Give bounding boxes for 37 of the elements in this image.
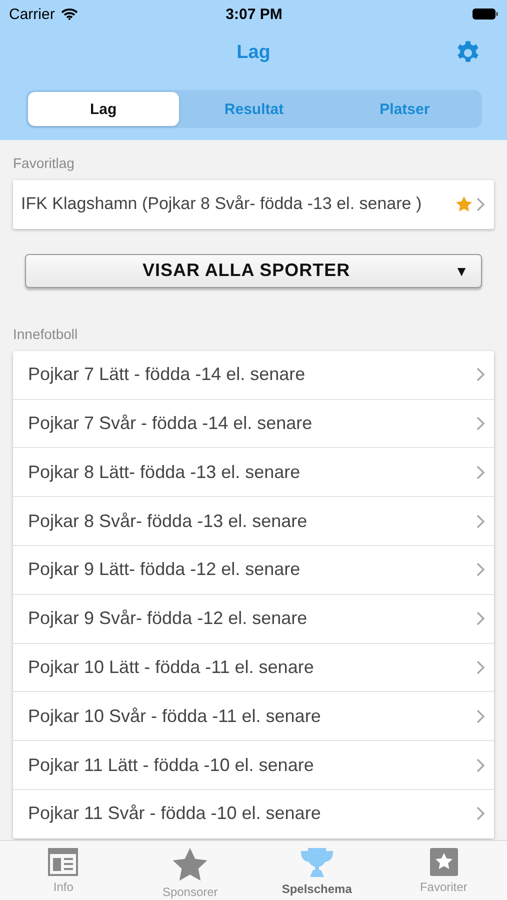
star-box-icon (430, 848, 458, 876)
list-row[interactable]: Pojkar 11 Lätt - födda -10 el. senare (13, 741, 494, 790)
list-row[interactable]: Pojkar 8 Svår- födda -13 el. senare (13, 497, 494, 546)
list-row[interactable]: Pojkar 11 Svår - födda -10 el. senare (13, 790, 494, 839)
chevron-icon (476, 514, 485, 529)
sport-filter-dropdown[interactable]: VISAR ALLA SPORTER ▼ (25, 254, 482, 288)
star-icon (171, 848, 210, 881)
chevron-icon (476, 660, 485, 675)
chevron-icon (476, 758, 485, 773)
chevron-icon (476, 708, 485, 724)
list-row[interactable]: Pojkar 7 Svår - födda -14 el. senare (13, 400, 494, 448)
list-row[interactable]: Pojkar 8 Lätt- födda -13 el. senare (13, 448, 494, 498)
tab-bar-item[interactable]: Spelschema (254, 841, 380, 900)
section-header: Innefotboll (12, 324, 79, 344)
carrier-label: Carrier (9, 6, 55, 22)
nav-title: Lag (236, 42, 270, 64)
favorite-team: IFK Klagshamn (Pojkar 8 Svår- födda -13 el. senare ) (21, 194, 422, 214)
status-time: 3:07 PM (226, 6, 282, 22)
chevron-icon (476, 367, 485, 382)
wifi-icon (60, 8, 78, 20)
chevron-icon (476, 464, 485, 480)
list-row[interactable]: Pojkar 10 Svår - födda -11 el. senare (13, 692, 494, 742)
newspaper-icon (48, 848, 78, 876)
list-row[interactable]: Pojkar 9 Svår- födda -12 el. senare (13, 594, 494, 644)
chevron-icon (476, 196, 485, 212)
chevron-icon (476, 562, 485, 578)
chevron-icon (476, 611, 485, 626)
section-header: Favoritlag (12, 154, 76, 173)
chevron-icon (476, 416, 485, 431)
list-row[interactable]: Pojkar 9 Lätt- födda -12 el. senare (13, 546, 494, 595)
favorite-row[interactable]: IFK Klagshamn (Pojkar 8 Svår- födda -13 el. senare ) (13, 180, 494, 229)
list-row[interactable]: Pojkar 7 Lätt - födda -14 el. senare (13, 350, 494, 400)
trophy-icon (300, 848, 334, 878)
segment-tab[interactable]: Lag (28, 92, 179, 126)
battery-icon (472, 8, 499, 20)
chevron-icon (476, 806, 485, 822)
list-row[interactable]: Pojkar 10 Lätt - födda -11 el. senare (13, 644, 494, 692)
